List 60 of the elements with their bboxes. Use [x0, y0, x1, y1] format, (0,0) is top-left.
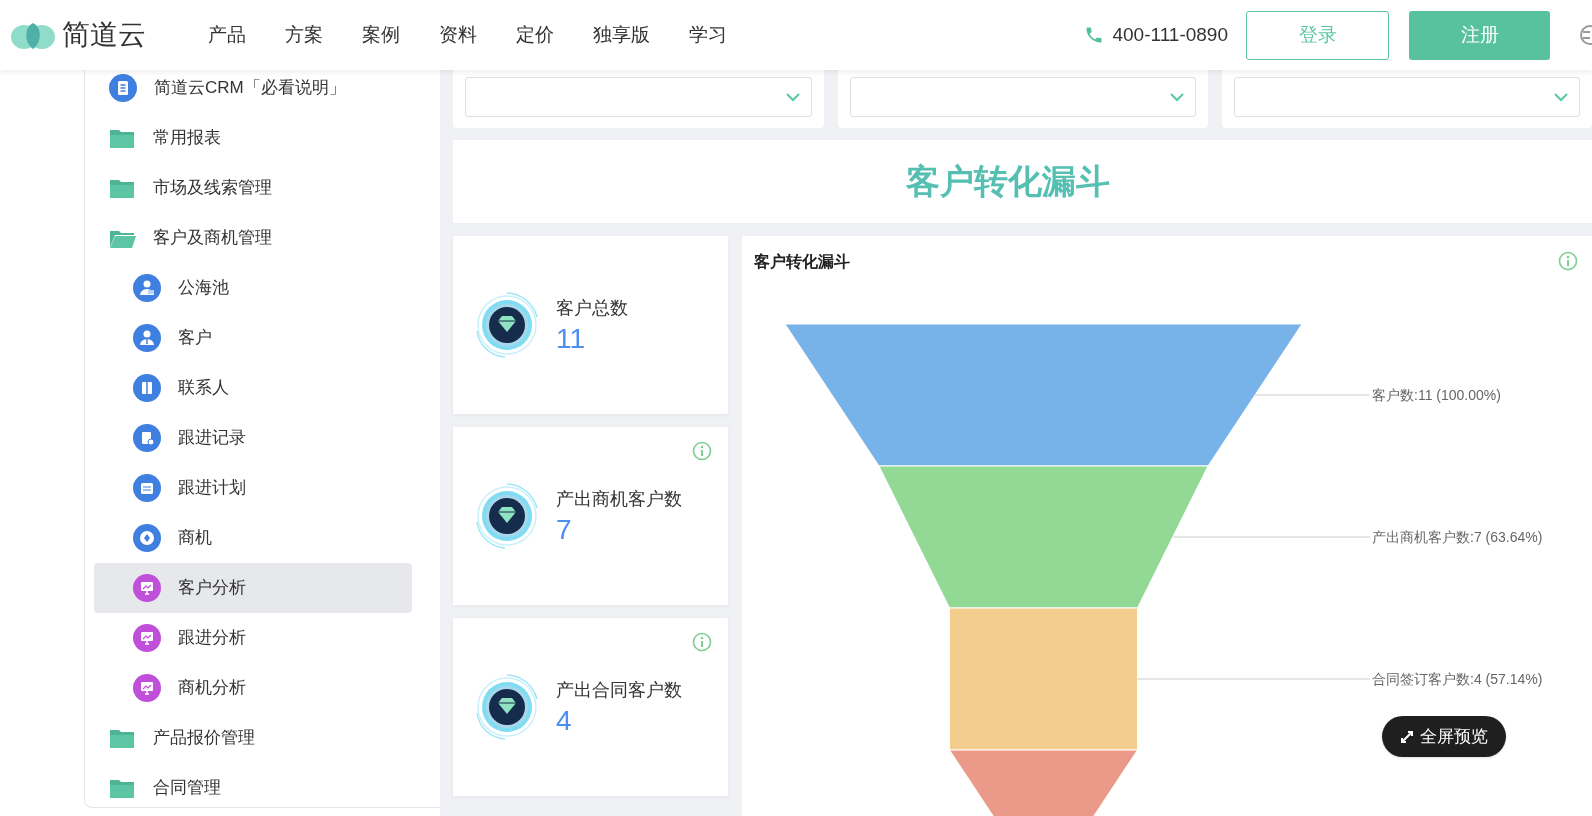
- logo-text: 简道云: [62, 18, 146, 52]
- diamond-badge-icon: [473, 482, 541, 550]
- chevron-down-icon: [1169, 92, 1185, 102]
- dropdown-field[interactable]: [465, 77, 812, 117]
- nav-link[interactable]: 案例: [362, 20, 400, 50]
- expand-icon: [1400, 729, 1414, 744]
- sidebar-item[interactable]: 跟进记录: [94, 413, 412, 463]
- funnel-label: 客户数:11 (100.00%): [1372, 387, 1501, 403]
- nav-link[interactable]: 产品: [208, 20, 246, 50]
- nav-link[interactable]: 方案: [285, 20, 323, 50]
- nav-link[interactable]: 资料: [439, 20, 477, 50]
- dropdown-field[interactable]: [850, 77, 1196, 117]
- folder-item[interactable]: 常用报表: [94, 113, 412, 163]
- sidebar-item[interactable]: 联系人: [94, 363, 412, 413]
- sidebar-item[interactable]: 跟进分析: [94, 613, 412, 663]
- sidebar-item[interactable]: 商机分析: [94, 663, 412, 713]
- chart-title: 客户转化漏斗: [754, 252, 850, 272]
- stat-value: 7: [556, 512, 573, 547]
- contact-card-icon: [133, 374, 161, 402]
- person-icon: [133, 324, 161, 352]
- sidebar-item[interactable]: 简道云CRM「必看说明」: [94, 70, 412, 113]
- folder-item[interactable]: 合同管理: [94, 763, 412, 807]
- sidebar-item[interactable]: 客户: [94, 313, 412, 363]
- info-icon[interactable]: [1558, 251, 1578, 271]
- funnel-label: 产出商机客户数:7 (63.64%): [1372, 529, 1543, 545]
- monitor-chart-icon: [133, 624, 161, 652]
- nav-link[interactable]: 定价: [516, 20, 554, 50]
- sidebar-item[interactable]: 跟进计划: [94, 463, 412, 513]
- chevron-down-icon: [785, 92, 801, 102]
- fullscreen-button[interactable]: 全屏预览: [1382, 716, 1506, 757]
- nav-link[interactable]: 独享版: [593, 20, 650, 50]
- folder-item[interactable]: 客户及商机管理: [94, 213, 412, 263]
- folder-item[interactable]: 市场及线索管理: [94, 163, 412, 213]
- stat-value: 11: [556, 321, 587, 356]
- info-icon[interactable]: [692, 632, 712, 652]
- dropdown-field[interactable]: [1234, 77, 1580, 117]
- document-icon: [109, 74, 137, 102]
- nav-link[interactable]: 学习: [689, 20, 727, 50]
- banner-title: 客户转化漏斗: [905, 161, 1110, 202]
- diamond-badge-icon: [473, 673, 541, 741]
- folder-item[interactable]: 产品报价管理: [94, 713, 412, 763]
- monitor-chart-icon: [133, 574, 161, 602]
- sidebar-item[interactable]: 公海池: [94, 263, 412, 313]
- stat-value: 4: [556, 703, 573, 738]
- calendar-icon: [133, 474, 161, 502]
- phone-number: 400-111-0890: [1112, 22, 1228, 47]
- info-icon[interactable]: [692, 441, 712, 461]
- sidebar-item[interactable]: 客户分析: [94, 563, 412, 613]
- globe-icon[interactable]: [1578, 24, 1592, 46]
- chevron-down-icon: [1553, 92, 1569, 102]
- sidebar-item[interactable]: 商机: [94, 513, 412, 563]
- stat-label: 产出商机客户数: [556, 487, 682, 511]
- monitor-chart-icon: [133, 674, 161, 702]
- funnel-label: 合同签订客户数:4 (57.14%): [1372, 671, 1543, 687]
- record-icon: [133, 424, 161, 452]
- diamond-badge-icon: [473, 291, 541, 359]
- phone-icon: [1084, 25, 1105, 45]
- people-icon: [133, 274, 161, 302]
- stat-label: 客户总数: [556, 296, 628, 320]
- stat-label: 产出合同客户数: [556, 678, 682, 702]
